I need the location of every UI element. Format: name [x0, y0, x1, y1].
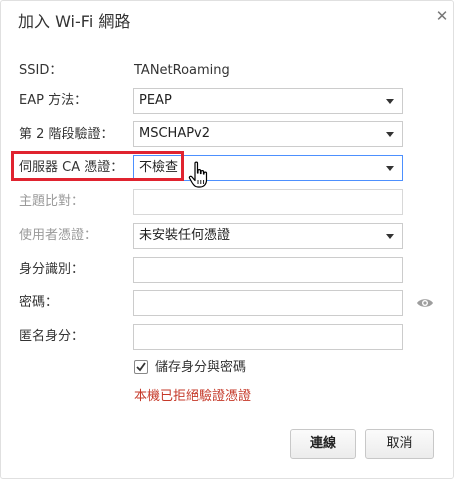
dropdown-arrow-icon [386, 132, 394, 137]
user-cert-value: 未安裝任何憑證 [139, 228, 231, 243]
subject-match-input[interactable] [133, 189, 403, 215]
password-label: 密碼： [19, 295, 59, 310]
cancel-button[interactable]: 取消 [365, 429, 434, 459]
dropdown-arrow-icon [386, 234, 394, 239]
close-icon[interactable]: ✕ [433, 7, 451, 25]
ssid-value: TANetRoaming [134, 63, 230, 78]
server-ca-label: 伺服器 CA 憑證： [19, 160, 124, 175]
eap-method-label: EAP 方法： [19, 93, 88, 108]
error-message: 本機已拒絕驗證憑證 [134, 389, 252, 404]
dropdown-arrow-icon [386, 166, 394, 171]
phase2-auth-select[interactable]: MSCHAPv2 [133, 121, 403, 147]
dialog-title: 加入 Wi-Fi 網路 [18, 12, 131, 31]
server-ca-select[interactable]: 不檢查 [133, 155, 403, 181]
server-ca-value: 不檢查 [139, 160, 179, 175]
identity-input[interactable] [133, 257, 403, 283]
identity-label: 身分識別： [19, 262, 85, 277]
join-wifi-dialog: 加入 Wi-Fi 網路 ✕ SSID： TANetRoaming EAP 方法：… [0, 0, 454, 479]
save-identity-label[interactable]: 儲存身分與密碼 [155, 359, 246, 377]
anonymous-identity-label: 匿名身分： [19, 329, 85, 344]
ssid-label: SSID： [19, 63, 63, 78]
phase2-auth-label: 第 2 階段驗證： [19, 127, 114, 142]
connect-button[interactable]: 連線 [290, 429, 356, 459]
eap-method-value: PEAP [139, 93, 172, 108]
eye-icon[interactable] [416, 295, 434, 309]
user-cert-select[interactable]: 未安裝任何憑證 [133, 223, 403, 249]
dropdown-arrow-icon [386, 99, 394, 104]
subject-match-label: 主題比對： [19, 194, 85, 209]
save-identity-checkbox[interactable] [134, 360, 148, 374]
user-cert-label: 使用者憑證： [19, 228, 98, 243]
anonymous-identity-input[interactable] [133, 324, 403, 350]
password-input[interactable] [133, 290, 403, 316]
checkmark-icon [136, 362, 146, 372]
phase2-auth-value: MSCHAPv2 [139, 126, 211, 141]
eap-method-select[interactable]: PEAP [133, 88, 403, 114]
